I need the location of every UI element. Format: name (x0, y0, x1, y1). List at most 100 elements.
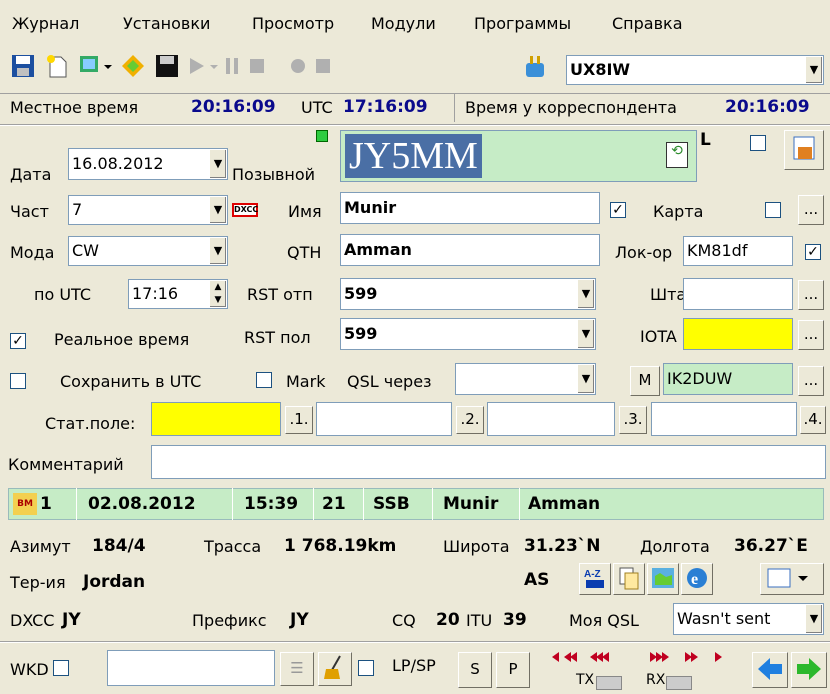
freq-label: Част (10, 202, 49, 221)
comment-field[interactable] (151, 445, 826, 479)
stat-field-2[interactable] (487, 402, 615, 436)
state-field[interactable] (683, 278, 793, 310)
card-label: Карта (653, 202, 704, 221)
broom-icon[interactable] (318, 652, 352, 686)
lpsp-label: LP/SP (392, 656, 436, 675)
realtime-checkbox[interactable]: ✓ (10, 333, 26, 349)
spinner-icon[interactable]: ▲ ▼ (209, 281, 226, 307)
list-icon[interactable]: ☰ (280, 652, 314, 686)
arrow-left-icon[interactable] (752, 652, 788, 688)
card-more-button[interactable]: ... (798, 195, 824, 225)
plug-icon[interactable] (520, 53, 552, 87)
cq-value: 20 (436, 610, 460, 630)
l-checkbox[interactable] (750, 135, 766, 151)
menu-view[interactable]: Просмотр (252, 14, 334, 33)
menu-programs[interactable]: Программы (474, 14, 571, 33)
locator-checkbox[interactable]: ✓ (805, 244, 821, 260)
utc-time-label: по UTC (34, 285, 92, 304)
sort-az-icon[interactable]: A-Z (579, 563, 611, 595)
menu-journal[interactable]: Журнал (12, 14, 79, 33)
stat-button-3[interactable]: .3. (619, 406, 647, 434)
stat-field-3[interactable] (651, 402, 797, 436)
name-field[interactable]: Munir (340, 192, 600, 224)
realtime-label: Реальное время (54, 330, 190, 349)
manager-button[interactable]: M (630, 366, 660, 396)
arrow-right-icon[interactable] (791, 652, 827, 688)
list-dropdown-icon[interactable] (760, 563, 824, 595)
copy-icon[interactable] (613, 563, 645, 595)
save-utc-checkbox[interactable] (10, 373, 26, 389)
manager-field[interactable]: IK2DUW (663, 363, 793, 395)
browser-icon[interactable]: e (681, 563, 713, 595)
p-button[interactable]: P (496, 652, 530, 688)
save-utc-label: Сохранить в UTC (60, 372, 202, 391)
divider (313, 488, 314, 520)
territory-label: Тер-ия (10, 573, 66, 592)
chevron-down-icon[interactable]: ▼ (805, 605, 822, 633)
card-extra-checkbox[interactable] (765, 202, 781, 218)
divider (519, 488, 520, 520)
divider (0, 124, 830, 126)
manager-more-button[interactable]: ... (798, 366, 824, 396)
menu-modules[interactable]: Модули (371, 14, 436, 33)
refresh-icon[interactable]: ⟲ (666, 142, 688, 168)
cq-label: CQ (392, 611, 416, 630)
lpsp-checkbox[interactable] (358, 660, 374, 676)
mode-field[interactable]: CW ▼ (68, 236, 228, 266)
stat-button-2[interactable]: .2. (456, 406, 484, 434)
my-qsl-field[interactable]: Wasn't sent ▼ (673, 603, 824, 635)
diamond-icon[interactable] (120, 53, 148, 87)
my-qsl-value: Wasn't sent (677, 609, 771, 628)
s-button[interactable]: S (458, 652, 492, 688)
save-black-icon[interactable] (154, 53, 182, 87)
chevron-down-icon[interactable]: ▼ (209, 238, 226, 264)
iota-field[interactable] (683, 318, 793, 350)
date-field[interactable]: 16.08.2012 ▼ (68, 148, 228, 180)
map-icon[interactable] (647, 563, 679, 595)
mode-label: Мода (10, 243, 55, 262)
stat-field-0[interactable] (151, 402, 281, 436)
qth-field[interactable]: Amman (340, 234, 600, 266)
iota-more-button[interactable]: ... (798, 320, 824, 350)
stat-button-1[interactable]: .1. (285, 406, 313, 434)
rst-rcvd-label: RST пол (244, 328, 311, 347)
latitude-label: Широта (443, 537, 510, 556)
wkd-field[interactable] (107, 650, 275, 686)
rst-sent-field[interactable]: 599 ▼ (340, 278, 596, 310)
longitude-label: Долгота (640, 537, 710, 556)
stat-field-1[interactable] (316, 402, 452, 436)
chevron-down-icon[interactable]: ▼ (805, 57, 822, 83)
mark-checkbox[interactable] (256, 372, 272, 388)
menu-settings[interactable]: Установки (123, 14, 210, 33)
dxcc-icon[interactable]: DXCC (232, 203, 258, 217)
menu-help[interactable]: Справка (612, 14, 683, 33)
web-dropdown-icon[interactable] (78, 53, 120, 87)
chevron-down-icon[interactable]: ▼ (577, 280, 594, 308)
chevron-down-icon[interactable]: ▼ (209, 197, 226, 223)
corr-time-label: Время у корреспондента (465, 98, 677, 117)
chevron-down-icon[interactable]: ▼ (577, 320, 594, 348)
locator-field[interactable]: KM81df (683, 236, 793, 266)
rst-sent-value: 599 (344, 284, 378, 303)
chevron-down-icon[interactable]: ▼ (209, 150, 226, 178)
wkd-checkbox[interactable] (53, 660, 69, 676)
tuning-arrows-icon[interactable] (550, 650, 750, 670)
state-more-button[interactable]: ... (798, 280, 824, 310)
callsign-select[interactable]: UX8IW ▼ (566, 55, 824, 85)
qsl-via-field[interactable]: ▼ (455, 363, 596, 395)
rst-rcvd-field[interactable]: 599 ▼ (340, 318, 596, 350)
new-document-icon[interactable] (44, 53, 72, 87)
callsign-input[interactable]: JY5MM ⟲ (340, 130, 697, 182)
qso-number: 1 (40, 494, 52, 514)
divider (454, 94, 455, 122)
rx-indicator (666, 676, 692, 690)
freq-field[interactable]: 7 ▼ (68, 195, 228, 225)
save-icon[interactable] (10, 53, 38, 87)
utc-time-field[interactable]: 17:16 ▲ ▼ (128, 279, 228, 309)
qso-band: 21 (322, 494, 346, 514)
save-qso-icon[interactable] (784, 130, 824, 170)
divider (432, 488, 433, 520)
stat-button-4[interactable]: .4. (800, 406, 826, 434)
card-checkbox[interactable]: ✓ (610, 202, 626, 218)
chevron-down-icon[interactable]: ▼ (577, 365, 594, 393)
